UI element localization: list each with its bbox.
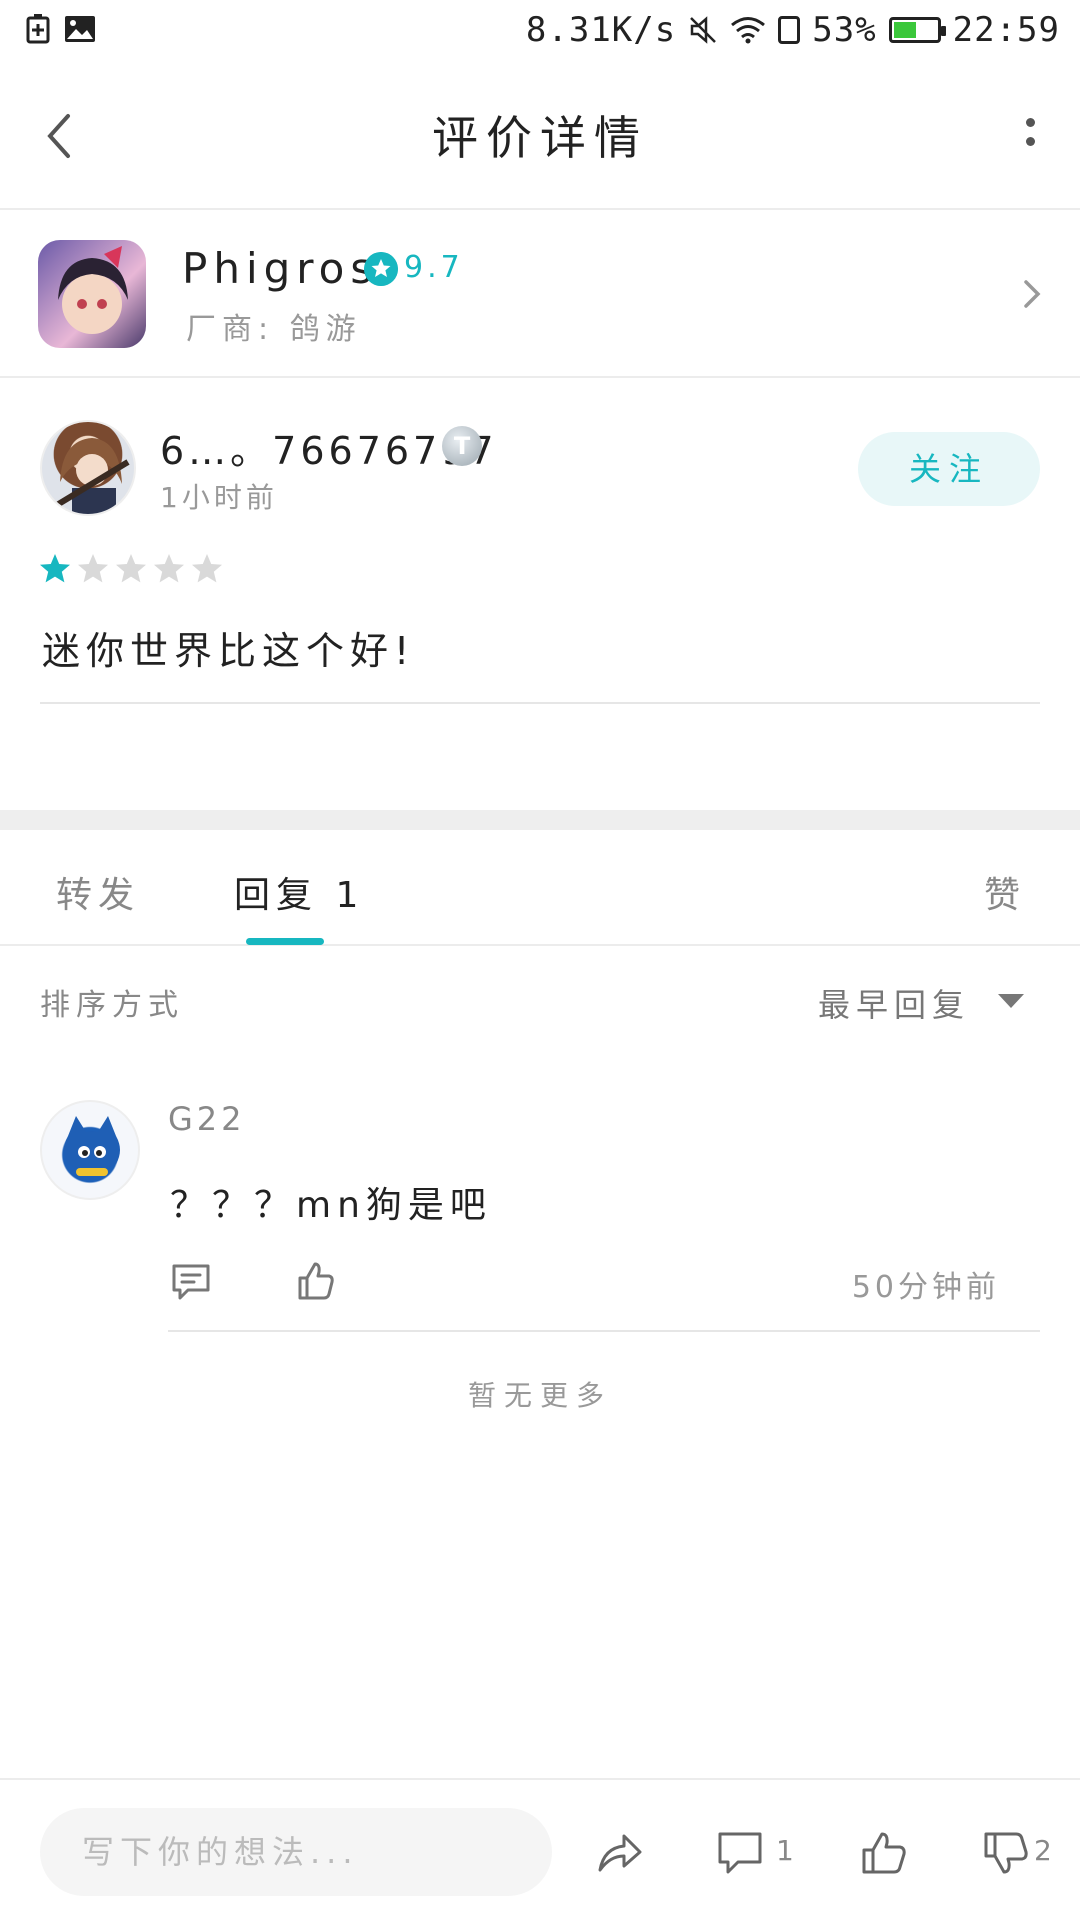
tab-repost[interactable]: 转发 [56,866,140,918]
divider [40,702,1040,704]
comment-icon[interactable] [716,1830,764,1876]
tab-replies[interactable]: 回复 1 [234,866,364,918]
battery-saver-icon [26,14,50,44]
more-options-icon[interactable] [1020,118,1040,158]
reply-author[interactable]: G22 [168,1100,246,1138]
chevron-right-icon [1024,280,1041,308]
star-icon [78,554,108,583]
comment-count: 1 [776,1834,794,1867]
share-icon[interactable] [596,1830,644,1876]
clock: 22:59 [952,10,1060,50]
star-icon [192,554,222,583]
caret-down-icon[interactable] [998,994,1024,1008]
bottom-action-bar: 1 2 [0,1778,1080,1920]
wifi-icon [731,17,766,44]
page-title: 评价详情 [432,111,648,165]
comment-input[interactable] [40,1808,552,1896]
battery-fill [893,22,916,38]
network-speed: 8.31K/s [525,10,677,50]
rating-star-icon [364,252,398,286]
review-section: 6…。76676797 T 1小时前 关注 迷你世界比这个好! [0,380,1080,810]
thumbs-up-icon[interactable] [296,1260,336,1302]
divider [168,1330,1040,1332]
star-rating [38,552,224,586]
star-icon [116,554,146,583]
app-header: 评价详情 [0,62,1080,210]
star-icon [154,554,184,583]
thumbs-up-icon[interactable] [860,1830,908,1876]
sort-dropdown[interactable]: 最早回复 [818,980,970,1026]
mute-icon [690,16,717,44]
review-text: 迷你世界比这个好! [42,629,416,673]
sort-label: 排序方式 [40,988,184,1023]
reply-text: ？？？mn狗是吧 [170,1185,492,1226]
reply-avatar[interactable] [40,1100,140,1200]
follow-button[interactable]: 关注 [858,432,1040,506]
game-icon [38,240,146,348]
game-vendor: 厂商: 鸽游 [186,312,362,347]
section-gap [0,810,1080,830]
tab-bar: 转发 回复 1 赞 [0,830,1080,946]
game-name: Phigros [182,244,379,293]
image-icon [65,16,95,42]
star-icon [40,554,70,583]
battery-percent: 53% [812,10,877,50]
game-card[interactable]: Phigros 9.7 厂商: 鸽游 [0,212,1080,378]
thumbs-down-icon[interactable] [982,1830,1030,1876]
active-tab-indicator [246,938,324,945]
level-badge: T [442,426,482,466]
sim-icon [778,16,801,44]
tab-likes[interactable]: 赞 [984,866,1026,918]
user-avatar[interactable] [40,420,136,516]
game-score: 9.7 [404,250,464,285]
status-bar: 8.31K/s 53% 22:59 [0,0,1080,62]
comment-icon[interactable] [170,1262,212,1302]
dislike-count: 2 [1034,1834,1052,1867]
reply-time: 50分钟前 [851,1270,1000,1305]
post-time: 1小时前 [160,481,278,514]
no-more-label: 暂无更多 [467,1379,612,1412]
battery-icon [888,17,946,43]
